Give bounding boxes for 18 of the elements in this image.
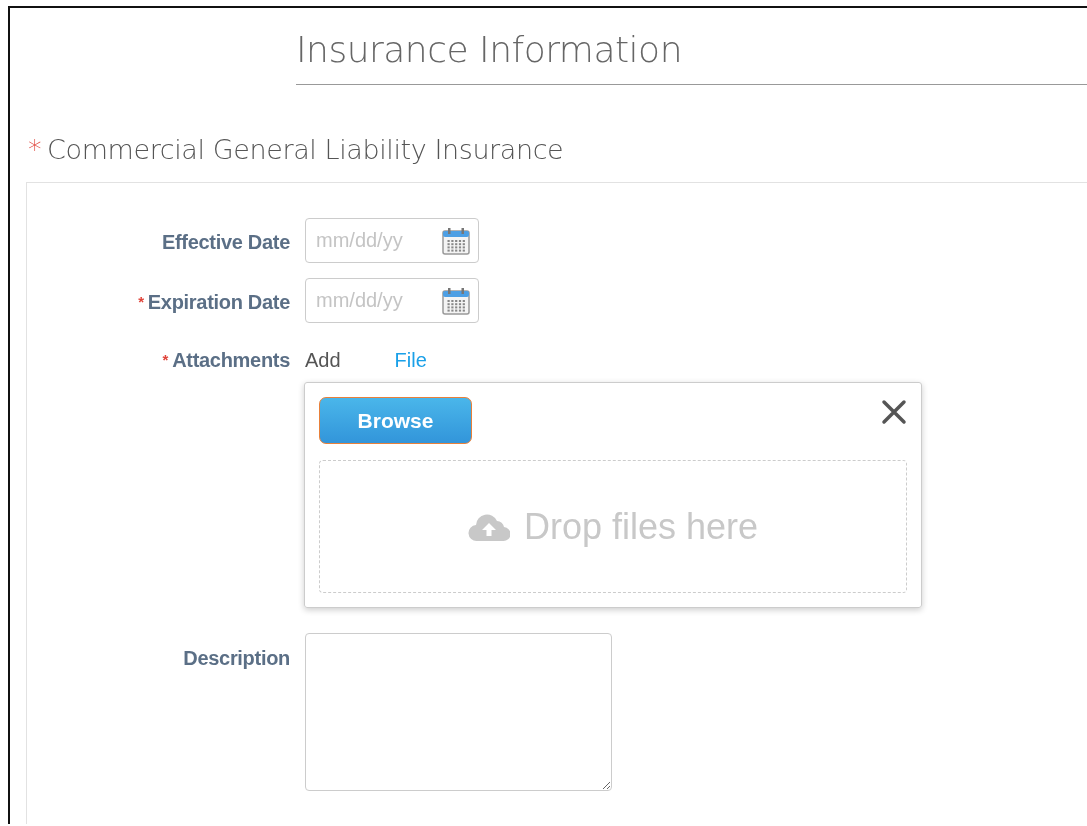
- section-title: Commercial General Liability Insurance: [47, 133, 564, 167]
- date-field[interactable]: mm/dd/yy: [305, 278, 479, 323]
- date-field[interactable]: mm/dd/yy: [305, 218, 479, 263]
- field-label: Expiration Date: [147, 291, 290, 313]
- calendar-icon[interactable]: [441, 226, 471, 256]
- field-label: Description: [183, 647, 290, 669]
- field-label: Effective Date: [161, 231, 290, 253]
- required-asterisk: *: [162, 351, 169, 368]
- file-link[interactable]: File: [394, 348, 427, 372]
- page-heading: Insurance Information: [296, 8, 1087, 85]
- required-asterisk: *: [28, 133, 42, 167]
- calendar-icon[interactable]: [441, 286, 471, 316]
- field-label: Attachments: [172, 349, 290, 371]
- required-asterisk: *: [138, 293, 144, 310]
- description-field[interactable]: [305, 633, 612, 791]
- close-icon[interactable]: [881, 399, 907, 425]
- browse-button[interactable]: Browse: [319, 397, 472, 444]
- add-text: Add: [305, 348, 341, 372]
